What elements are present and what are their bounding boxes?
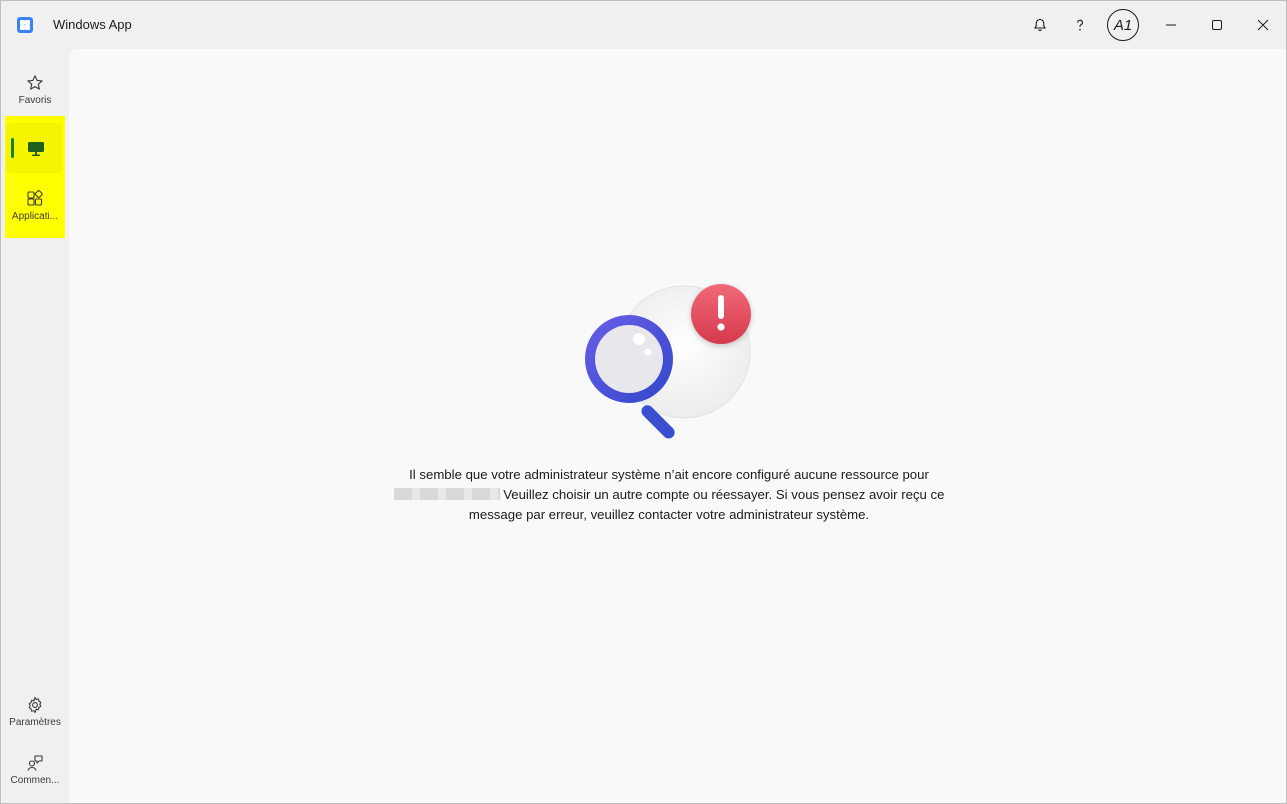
no-resources-illustration <box>585 284 751 439</box>
monitor-icon <box>28 142 44 156</box>
help-button[interactable] <box>1057 1 1103 49</box>
message-text-part1: Il semble que votre administrateur systè… <box>409 467 929 482</box>
sidebar-item-label: Commen... <box>10 775 60 786</box>
sidebar-item-feedback[interactable]: Commen... <box>5 754 65 786</box>
sidebar-item-applications[interactable]: Applicati... <box>5 190 65 222</box>
bell-icon <box>1033 18 1047 31</box>
star-icon <box>27 75 43 90</box>
sidebar-item-label: Applicati... <box>11 211 59 222</box>
maximize-button[interactable] <box>1194 1 1240 49</box>
minimize-icon <box>1166 24 1176 26</box>
sidebar-item-label: Paramètres <box>9 717 61 728</box>
minimize-button[interactable] <box>1148 1 1194 49</box>
sidebar-item-settings[interactable]: Paramètres <box>5 696 65 728</box>
app-logo-icon <box>17 17 33 33</box>
gear-icon <box>28 696 42 714</box>
apps-icon <box>27 190 43 206</box>
sidebar: Favoris Applicati... Paramètres Commen..… <box>1 49 69 803</box>
sidebar-item-favoris[interactable]: Favoris <box>5 74 65 106</box>
feedback-icon <box>27 755 43 771</box>
message-text-part2: Veuillez choisir un autre compte ou rées… <box>468 487 945 522</box>
close-icon <box>1257 19 1269 31</box>
help-icon <box>1077 19 1083 31</box>
app-window: Windows App A1 Favoris Applicati... Para… <box>0 0 1287 804</box>
empty-state-message: Il semble que votre administrateur systè… <box>369 465 969 525</box>
title-bar: Windows App A1 <box>1 1 1286 49</box>
account-avatar[interactable]: A1 <box>1107 9 1139 41</box>
close-button[interactable] <box>1240 1 1286 49</box>
selection-indicator <box>11 138 14 158</box>
maximize-icon <box>1212 20 1222 30</box>
redacted-account <box>393 488 500 500</box>
sidebar-item-label: Favoris <box>18 95 52 106</box>
app-title: Windows App <box>53 17 132 32</box>
main-content: Il semble que votre administrateur systè… <box>69 49 1286 803</box>
